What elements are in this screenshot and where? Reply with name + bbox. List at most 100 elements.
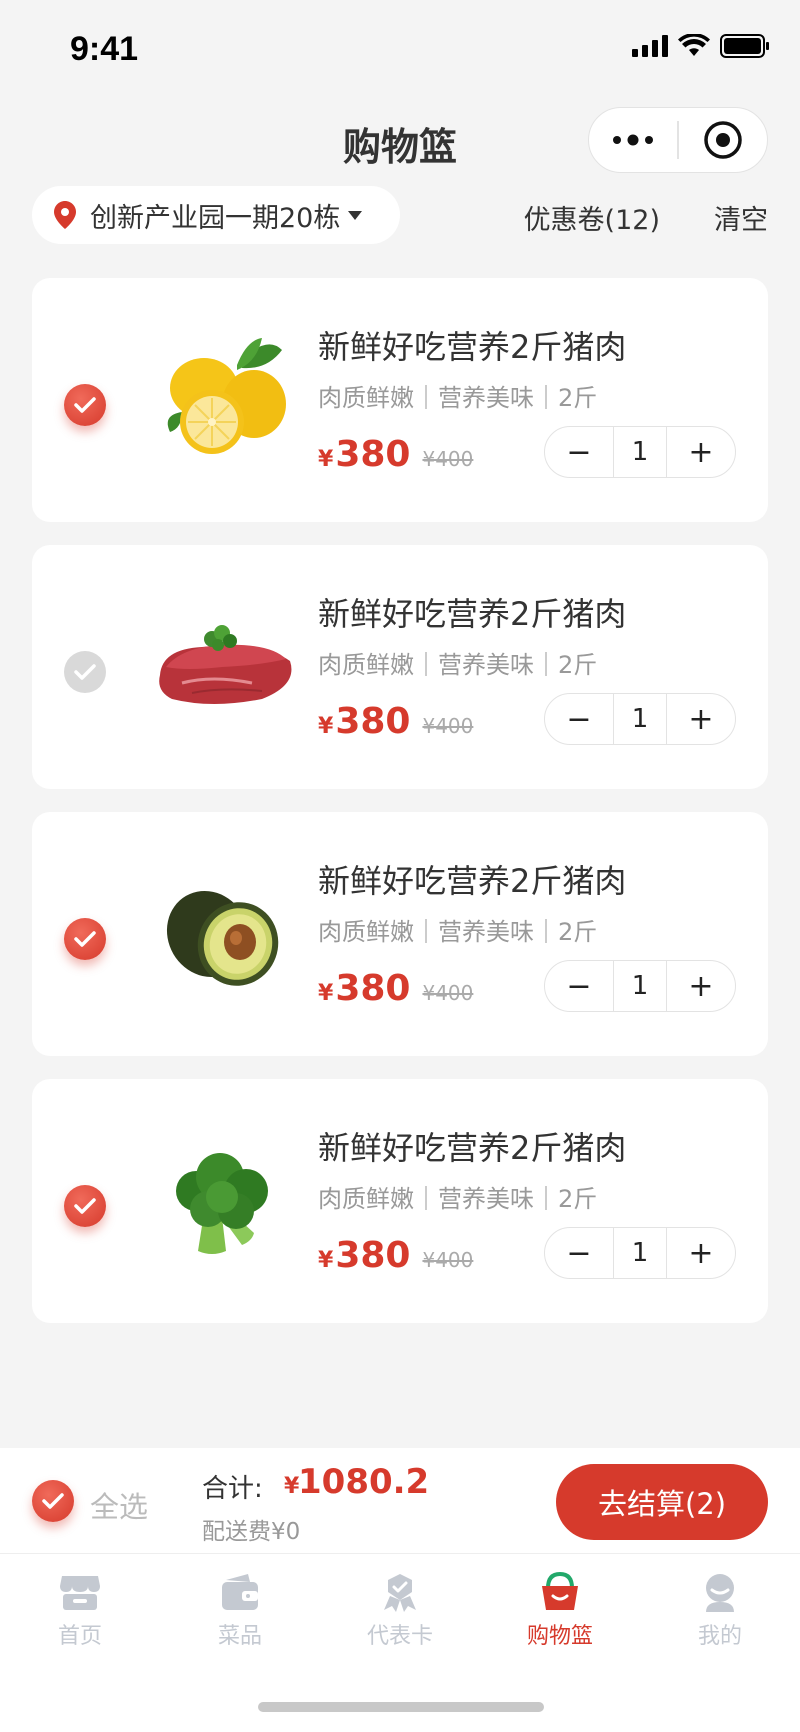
navigation-bar: 购物篮: [0, 100, 800, 180]
badge-icon: [384, 1574, 416, 1612]
decrease-button[interactable]: −: [545, 961, 613, 1011]
checkmark-icon: [74, 664, 96, 680]
item-title: 新鲜好吃营养2斤猪肉: [318, 595, 627, 633]
address-bar: 创新产业园一期20栋 优惠卷(12) 清空: [0, 186, 800, 246]
item-description: 肉质鲜嫩｜营养美味｜2斤: [318, 651, 598, 679]
quantity-stepper: − 1 +: [544, 1227, 736, 1279]
close-miniprogram-button[interactable]: [679, 108, 767, 172]
tab-label: 菜品: [217, 1624, 262, 1649]
tab-member-card[interactable]: 代表卡: [320, 1554, 480, 1672]
decrease-button[interactable]: −: [545, 427, 613, 477]
miniprogram-capsule: [588, 107, 768, 173]
quantity-value[interactable]: 1: [613, 427, 667, 477]
item-original-price: ¥400: [422, 714, 474, 738]
tab-label: 首页: [57, 1624, 102, 1649]
checkmark-icon: [74, 1198, 96, 1214]
item-description: 肉质鲜嫩｜营养美味｜2斤: [318, 384, 598, 412]
price-row: ¥ 380 ¥400: [318, 968, 473, 1009]
select-all-checkbox[interactable]: [32, 1480, 74, 1522]
currency-symbol: ¥: [318, 714, 334, 739]
select-all-label[interactable]: 全选: [90, 1484, 148, 1526]
cart-item: 新鲜好吃营养2斤猪肉 肉质鲜嫩｜营养美味｜2斤 ¥ 380 ¥400 − 1 +: [32, 812, 768, 1056]
clear-cart-button[interactable]: 清空: [714, 198, 768, 237]
location-pin-icon: [54, 201, 76, 229]
home-indicator[interactable]: [258, 1702, 544, 1712]
checkmark-icon: [74, 397, 96, 413]
decrease-button[interactable]: −: [545, 1228, 613, 1278]
item-original-price: ¥400: [422, 447, 474, 471]
item-checkbox-checked[interactable]: [64, 918, 106, 960]
coupon-link[interactable]: 优惠卷(12): [524, 198, 660, 237]
item-checkbox-checked[interactable]: [64, 384, 106, 426]
broccoli-image: [176, 1153, 268, 1254]
delivery-fee: 配送费¥0: [202, 1519, 301, 1545]
signal-icon: [632, 35, 668, 57]
battery-icon: [720, 34, 769, 58]
tab-dishes[interactable]: 菜品: [160, 1554, 320, 1672]
increase-button[interactable]: +: [667, 427, 735, 477]
cart-list: 新鲜好吃营养2斤猪肉 肉质鲜嫩｜营养美味｜2斤 ¥ 380 ¥400 − 1 +…: [32, 278, 768, 1346]
decrease-button[interactable]: −: [545, 694, 613, 744]
price-row: ¥ 380 ¥400: [318, 434, 473, 475]
item-original-price: ¥400: [422, 981, 474, 1005]
item-price: 380: [335, 1235, 411, 1276]
increase-button[interactable]: +: [667, 1228, 735, 1278]
status-time: 9:41: [70, 30, 139, 68]
tab-label: 代表卡: [366, 1624, 433, 1649]
tab-label: 购物篮: [526, 1624, 593, 1649]
tab-bar: 首页 菜品 代表卡 购物篮 我的: [0, 1554, 800, 1672]
cart-item: 新鲜好吃营养2斤猪肉 肉质鲜嫩｜营养美味｜2斤 ¥ 380 ¥400 − 1 +: [32, 278, 768, 522]
item-description: 肉质鲜嫩｜营养美味｜2斤: [318, 1185, 598, 1213]
currency-symbol: ¥: [318, 1248, 334, 1273]
checkout-bar: 全选 合计: ¥ 1080.2 配送费¥0 去结算(2): [0, 1448, 800, 1554]
user-icon: [706, 1574, 734, 1612]
item-title: 新鲜好吃营养2斤猪肉: [318, 1129, 627, 1167]
item-description: 肉质鲜嫩｜营养美味｜2斤: [318, 918, 598, 946]
address-text: 创新产业园一期20栋: [90, 202, 341, 234]
checkmark-icon: [42, 1493, 64, 1509]
total-amount: 1080.2: [298, 1462, 430, 1502]
quantity-value[interactable]: 1: [613, 1228, 667, 1278]
item-original-price: ¥400: [422, 1248, 474, 1272]
wallet-icon: [222, 1574, 258, 1610]
wifi-icon: [678, 34, 710, 56]
checkout-button[interactable]: 去结算(2): [556, 1464, 768, 1540]
quantity-value[interactable]: 1: [613, 961, 667, 1011]
more-button[interactable]: [589, 108, 677, 172]
status-bar: 9:41: [0, 0, 800, 100]
quantity-value[interactable]: 1: [613, 694, 667, 744]
checkmark-icon: [74, 931, 96, 947]
total-label: 合计:: [202, 1474, 263, 1504]
status-icons: [632, 34, 770, 58]
basket-icon: [542, 1572, 578, 1610]
item-title: 新鲜好吃营养2斤猪肉: [318, 862, 627, 900]
increase-button[interactable]: +: [667, 961, 735, 1011]
price-row: ¥ 380 ¥400: [318, 1235, 473, 1276]
tab-profile[interactable]: 我的: [640, 1554, 800, 1672]
store-icon: [60, 1576, 100, 1610]
currency-symbol: ¥: [318, 447, 334, 472]
tab-label: 我的: [697, 1624, 742, 1649]
item-price: 380: [335, 968, 411, 1009]
dropdown-caret-icon: [348, 210, 363, 220]
tab-home[interactable]: 首页: [0, 1554, 160, 1672]
steak-image: [159, 625, 292, 704]
increase-button[interactable]: +: [667, 694, 735, 744]
cart-item: 新鲜好吃营养2斤猪肉 肉质鲜嫩｜营养美味｜2斤 ¥ 380 ¥400 − 1 +: [32, 545, 768, 789]
item-title: 新鲜好吃营养2斤猪肉: [318, 328, 627, 366]
target-icon: [704, 121, 742, 159]
address-selector[interactable]: 创新产业园一期20栋: [32, 186, 400, 244]
item-checkbox-unchecked[interactable]: [64, 651, 106, 693]
quantity-stepper: − 1 +: [544, 693, 736, 745]
quantity-stepper: − 1 +: [544, 960, 736, 1012]
cart-item: 新鲜好吃营养2斤猪肉 肉质鲜嫩｜营养美味｜2斤 ¥ 380 ¥400 − 1 +: [32, 1079, 768, 1323]
avocado-image: [166, 890, 279, 986]
item-checkbox-checked[interactable]: [64, 1185, 106, 1227]
quantity-stepper: − 1 +: [544, 426, 736, 478]
tab-basket[interactable]: 购物篮: [480, 1554, 640, 1672]
lemon-image: [167, 338, 286, 454]
item-price: 380: [335, 434, 411, 475]
currency-symbol: ¥: [318, 981, 334, 1006]
price-row: ¥ 380 ¥400: [318, 701, 473, 742]
more-dots-icon: [613, 134, 654, 146]
